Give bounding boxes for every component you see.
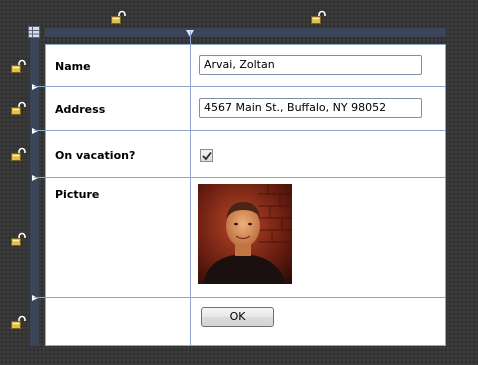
name-field[interactable]: Arvai, Zoltan: [199, 55, 422, 75]
vacation-checkbox[interactable]: [200, 149, 213, 162]
lock-icon[interactable]: [10, 232, 26, 246]
column-ruler: [45, 28, 446, 37]
lock-icon[interactable]: [10, 101, 26, 115]
lock-icon[interactable]: [310, 10, 326, 24]
row-splitter-marker[interactable]: [32, 84, 38, 90]
ok-button[interactable]: OK: [201, 307, 274, 327]
vacation-label: On vacation?: [55, 149, 136, 162]
row-splitter-marker[interactable]: [32, 175, 38, 181]
profile-photo: [198, 184, 292, 284]
address-label: Address: [55, 103, 106, 116]
row-gridline: [34, 86, 446, 87]
row-splitter-marker[interactable]: [32, 128, 38, 134]
column-gridline: [190, 31, 191, 345]
row-gridline: [34, 130, 446, 131]
lock-icon[interactable]: [10, 315, 26, 329]
lock-icon[interactable]: [10, 59, 26, 73]
name-label: Name: [55, 60, 91, 73]
lock-icon[interactable]: [110, 10, 126, 24]
address-field[interactable]: 4567 Main St., Buffalo, NY 98052: [199, 98, 422, 118]
grid-icon[interactable]: [28, 26, 40, 38]
form-grid: Name Arvai, Zoltan Address 4567 Main St.…: [34, 31, 446, 346]
row-splitter-marker[interactable]: [32, 295, 38, 301]
row-gridline: [34, 177, 446, 178]
lock-icon[interactable]: [10, 147, 26, 161]
picture-label: Picture: [55, 188, 100, 201]
checkmark-icon: [202, 151, 212, 161]
row-gridline: [34, 297, 446, 298]
